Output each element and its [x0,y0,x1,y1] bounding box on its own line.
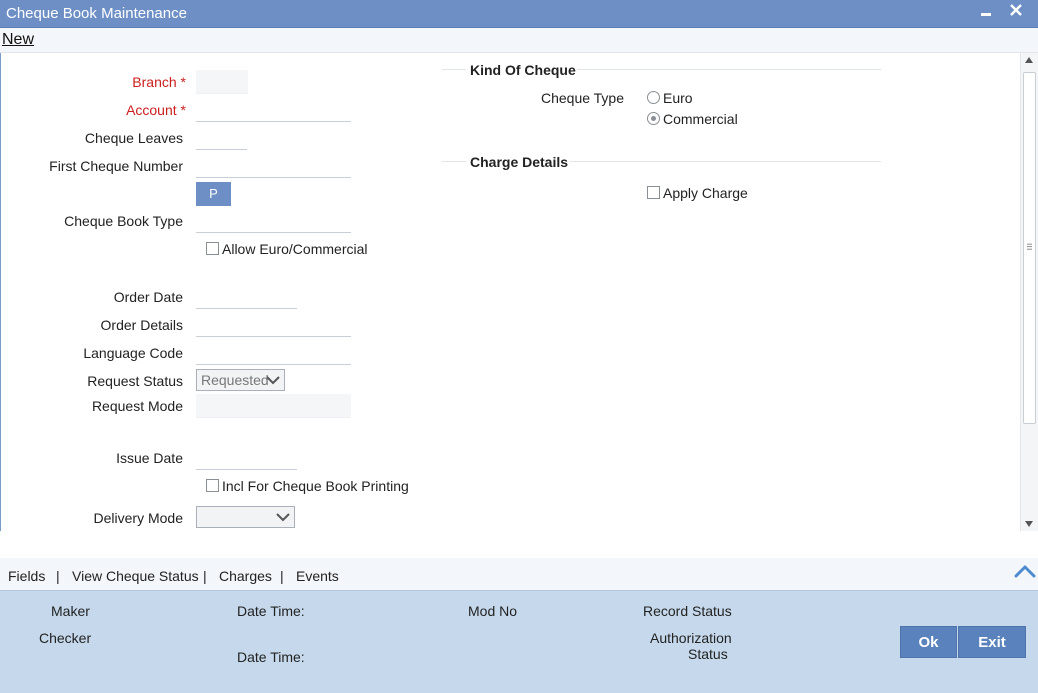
section-divider [442,69,466,70]
cheque-type-commercial-radio[interactable] [647,112,660,125]
exit-button[interactable]: Exit [958,626,1026,658]
grip-icon [1027,243,1032,252]
audit-footer: Maker Checker Date Time: Date Time: Mod … [0,590,1038,693]
incl-cheque-book-printing-checkbox[interactable] [206,479,219,492]
checker-label: Checker [39,630,91,646]
account-label-text: Account [126,102,177,118]
allow-euro-commercial-checkbox[interactable] [206,242,219,255]
required-mark: * [181,102,186,118]
title-bar: Cheque Book Maintenance [0,0,1038,28]
apply-charge-label: Apply Charge [663,185,748,201]
tab-fields[interactable]: Fields [8,568,45,584]
cheque-leaves-field[interactable] [196,126,247,150]
incl-cheque-book-printing-label: Incl For Cheque Book Printing [222,478,409,494]
branch-label-text: Branch [132,74,176,90]
form-content: Branch * Account * Cheque Leaves First C… [0,53,1020,531]
order-details-label: Order Details [101,317,183,333]
first-cheque-number-field[interactable] [196,154,351,178]
chevron-down-icon [265,371,281,389]
section-divider [577,69,881,70]
authorization-status-label-line2: Status [688,646,728,662]
request-status-label: Request Status [87,373,183,389]
authorization-status-label-line1: Authorization [650,630,732,646]
window-title: Cheque Book Maintenance [6,5,187,22]
scroll-down-icon[interactable] [1025,521,1033,527]
issue-date-label: Issue Date [116,450,183,466]
maker-label: Maker [51,603,90,619]
vertical-scrollbar[interactable] [1020,53,1038,531]
delivery-mode-select[interactable] [196,506,295,528]
issue-date-field[interactable] [196,446,297,470]
section-divider [570,161,881,162]
scroll-up-icon[interactable] [1025,57,1033,63]
tab-view-cheque-status[interactable]: View Cheque Status [72,568,199,584]
cheque-type-label: Cheque Type [541,90,624,106]
mod-no-label: Mod No [468,603,517,619]
menu-bar: New [0,28,1038,53]
tab-separator: | [56,568,60,584]
bottom-tabs: Fields | View Cheque Status | Charges | … [0,558,1038,590]
kind-of-cheque-title: Kind Of Cheque [470,62,576,78]
minimize-icon[interactable] [981,4,991,22]
language-code-label: Language Code [83,345,183,361]
maker-date-time-label: Date Time: [237,603,305,619]
account-field[interactable] [196,98,351,122]
new-menu-link[interactable]: New [2,31,34,49]
required-mark: * [181,74,186,90]
ok-button[interactable]: Ok [900,626,957,658]
language-code-field[interactable] [196,341,351,365]
order-date-label: Order Date [114,289,183,305]
tab-separator: | [280,568,284,584]
allow-euro-commercial-label: Allow Euro/Commercial [222,241,367,257]
record-status-label: Record Status [643,603,732,619]
charge-details-title: Charge Details [470,154,568,170]
order-details-field[interactable] [196,313,351,337]
tab-separator: | [203,568,207,584]
cheque-book-type-label: Cheque Book Type [64,213,183,229]
request-status-value: Requested [201,372,269,388]
checker-date-time-label: Date Time: [237,649,305,665]
tab-charges[interactable]: Charges [219,568,272,584]
close-icon[interactable] [1009,0,1023,23]
branch-field[interactable] [196,70,248,94]
request-mode-field[interactable] [196,394,351,418]
chevron-down-icon [275,508,291,526]
delivery-mode-label: Delivery Mode [94,510,183,526]
section-divider [442,161,466,162]
first-cheque-number-label: First Cheque Number [49,158,183,174]
tab-events[interactable]: Events [296,568,339,584]
cheque-type-euro-radio[interactable] [647,91,660,104]
cheque-book-type-field[interactable] [196,209,351,233]
request-status-select[interactable]: Requested [196,369,285,391]
chevron-up-icon[interactable] [1013,562,1037,580]
cheque-type-commercial-label: Commercial [663,111,738,127]
account-label: Account * [126,102,186,118]
cheque-type-euro-label: Euro [663,90,693,106]
request-mode-label: Request Mode [92,398,183,414]
apply-charge-checkbox[interactable] [647,186,660,199]
order-date-field[interactable] [196,285,297,309]
branch-label: Branch * [132,74,186,90]
populate-button[interactable]: P [196,182,231,206]
cheque-leaves-label: Cheque Leaves [85,130,183,146]
scrollbar-thumb[interactable] [1023,72,1036,424]
